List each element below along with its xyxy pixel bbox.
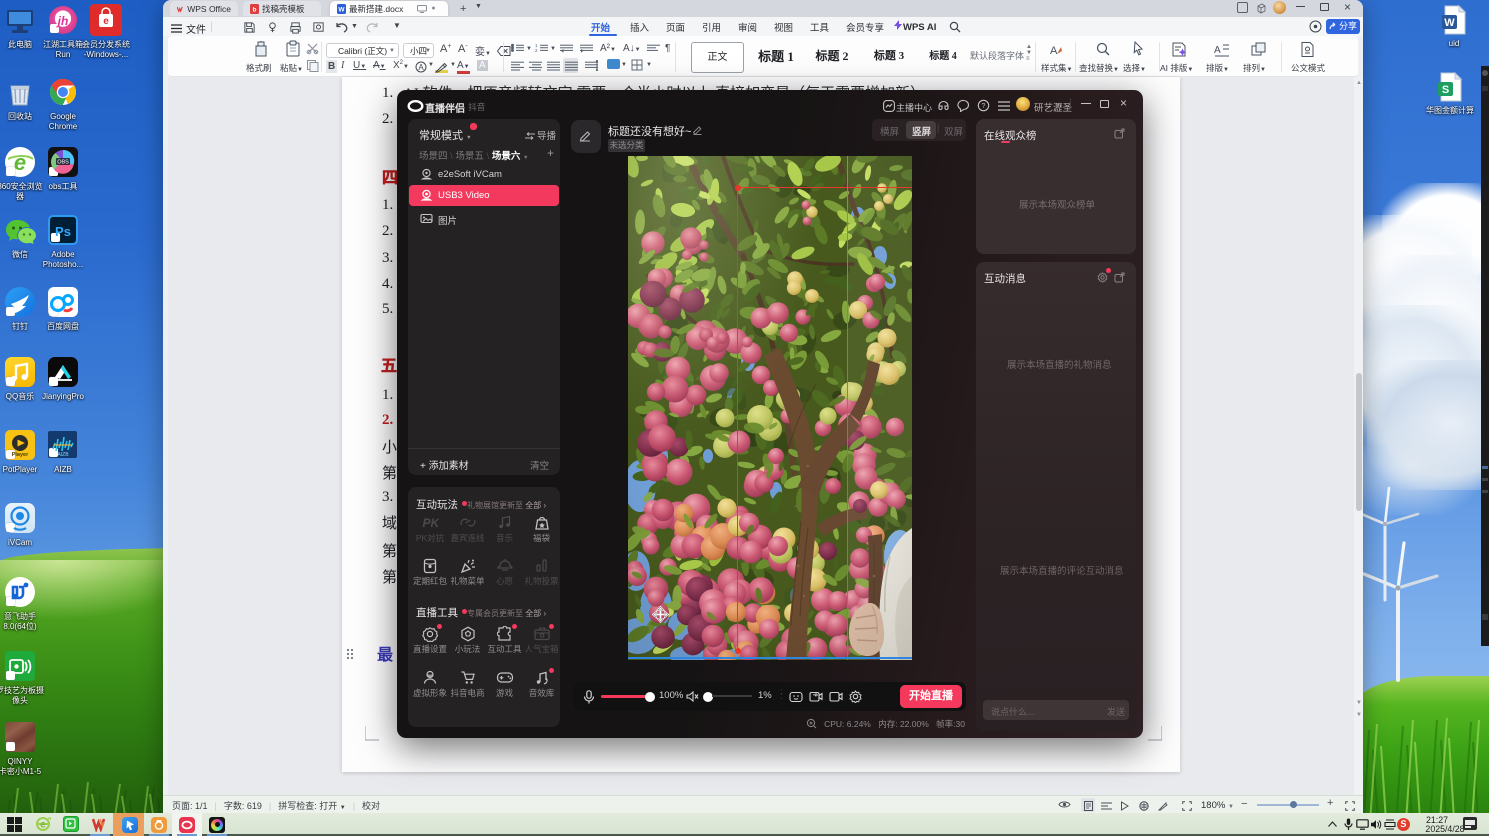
svg-text:S: S: [1442, 84, 1449, 96]
svg-text:Ps: Ps: [55, 224, 71, 239]
svg-text:e: e: [14, 150, 26, 175]
svg-text:e: e: [103, 16, 109, 27]
svg-text:A: A: [1050, 45, 1058, 57]
svg-text:PK: PK: [423, 516, 439, 530]
svg-text:A: A: [1214, 45, 1221, 56]
svg-text:Player: Player: [12, 452, 29, 458]
svg-text:e: e: [40, 820, 46, 831]
svg-text:W: W: [1444, 17, 1455, 29]
svg-text:A: A: [418, 63, 424, 72]
svg-text:OBS: OBS: [57, 160, 69, 166]
svg-text:2: 2: [535, 48, 538, 53]
svg-text:W: W: [338, 6, 345, 13]
svg-text:b: b: [253, 6, 257, 13]
svg-text:AIZB: AIZB: [57, 452, 69, 458]
svg-text:?: ?: [982, 103, 986, 110]
svg-text:jh: jh: [56, 14, 69, 28]
